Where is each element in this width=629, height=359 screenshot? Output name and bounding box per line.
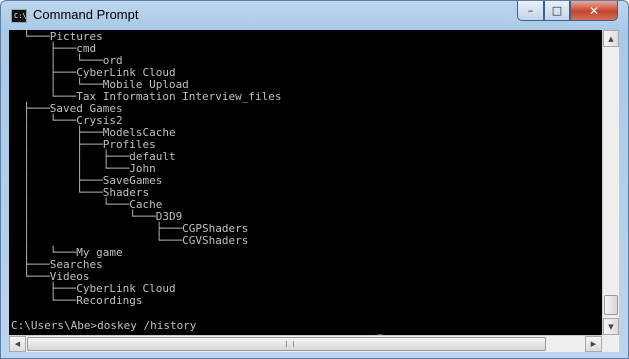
- console-line: └───Recordings: [10, 294, 143, 307]
- minimize-button[interactable]: –: [517, 1, 544, 21]
- maximize-button[interactable]: □: [544, 1, 570, 21]
- console-app-icon[interactable]: C:\: [11, 9, 27, 23]
- scroll-up-button[interactable]: ▲: [603, 30, 619, 47]
- scroll-left-button[interactable]: ◀: [9, 336, 26, 352]
- close-button[interactable]: ✕: [570, 1, 618, 21]
- command-prompt-line[interactable]: C:\Users\Abe>doskey /history: [11, 320, 196, 332]
- console-output-area[interactable]: └───Pictures ├───cmd │ └───ord ├───Cyber…: [9, 30, 602, 335]
- window-title: Command Prompt: [33, 7, 139, 22]
- horizontal-scrollbar[interactable]: ◀ ▶: [9, 335, 602, 352]
- title-bar[interactable]: C:\ Command Prompt – □ ✕: [1, 1, 628, 29]
- horizontal-scroll-thumb[interactable]: [27, 337, 546, 351]
- command-prompt-window: C:\ Command Prompt – □ ✕ └───Pictures ├─…: [0, 0, 629, 359]
- scroll-down-button[interactable]: ▼: [603, 318, 619, 335]
- console-app-icon-glyph: C:\: [14, 12, 27, 20]
- scroll-right-button[interactable]: ▶: [585, 336, 602, 352]
- resize-corner: [602, 335, 619, 352]
- vertical-scrollbar[interactable]: ▲ ▼: [602, 30, 619, 335]
- tree-output: └───Pictures ├───cmd │ └───ord ├───Cyber…: [10, 31, 281, 307]
- scroll-grip: [286, 341, 294, 347]
- vertical-scroll-thumb[interactable]: [604, 295, 618, 315]
